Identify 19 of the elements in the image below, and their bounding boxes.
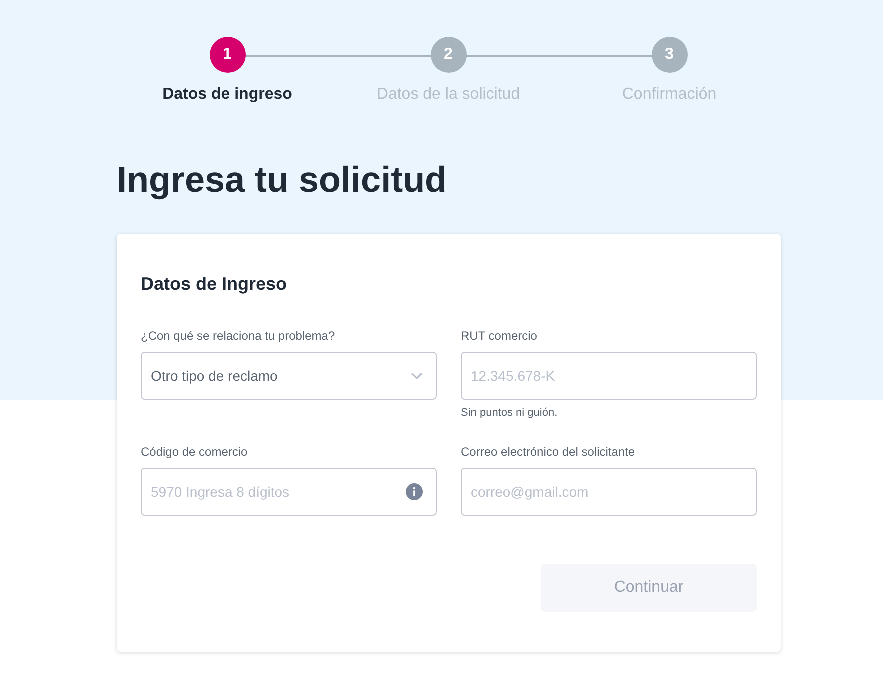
chevron-down-icon [411,372,423,380]
info-icon[interactable] [406,484,423,500]
step-number: 1 [210,37,246,73]
step-label: Datos de ingreso [162,86,292,104]
step-label: Datos de la solicitud [376,86,520,104]
field-label: RUT comercio [461,329,538,343]
field-label: ¿Con qué se relaciona tu problema? [141,329,336,343]
input-field[interactable]: 12.345.678-K [461,352,757,400]
step-number: 2 [430,37,466,73]
page-title: Ingresa tu solicitud [117,158,448,202]
select-field[interactable]: Otro tipo de reclamo [141,352,437,400]
input-field[interactable]: correo@gmail.com [461,468,757,516]
field-label: Correo electrónico del solicitante [461,445,636,459]
step-number: 3 [652,37,688,73]
helper-text: Sin puntos ni guión. [461,407,559,419]
step-label: Confirmación [622,86,717,104]
field-label: Código de comercio [141,445,249,459]
card-heading: Datos de Ingreso [141,274,288,295]
input-field[interactable]: 5970 Ingresa 8 dígitos [141,468,437,516]
